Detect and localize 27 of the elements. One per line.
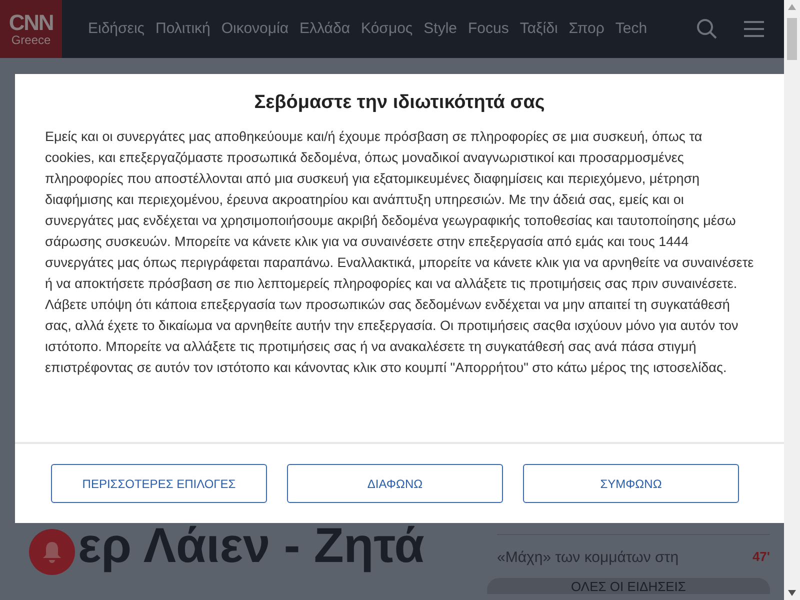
bell-icon [42,541,62,563]
more-options-button[interactable]: ΠΕΡΙΣΣΟΤΕΡΕΣ ΕΠΙΛΟΓΕΣ [51,464,267,503]
notification-bell-button[interactable] [29,529,75,575]
nav-link[interactable]: Ειδήσεις [88,18,145,40]
dialog-title: Σεβόμαστε την ιδιωτικότητά σας [253,91,546,115]
logo-text: CNN [8,12,54,34]
disagree-button[interactable]: ΔΙΑΦΩΝΩ [287,464,503,503]
nav-link[interactable]: Κόσμος [361,18,413,40]
nav-link[interactable]: Ελλάδα [300,18,350,40]
logo-subtitle: Greece [11,34,51,46]
nav-link[interactable]: Style [424,18,458,40]
nav-link[interactable]: Ταξίδι [520,18,558,40]
news-headline[interactable]: «Μάχη» των κομμάτων στη [497,547,679,570]
nav-link[interactable]: Focus [468,18,509,40]
menu-icon[interactable] [744,20,764,38]
search-icon[interactable] [696,18,718,40]
logo[interactable]: CNN Greece [0,0,62,58]
nav-link[interactable]: Tech [615,18,648,40]
news-time: 47' [752,548,770,566]
nav-link[interactable]: Πολιτική [156,18,210,40]
scrollbar-thumb[interactable] [787,18,797,60]
scroll-down-icon[interactable] [788,590,796,596]
dialog-body-text: Εμείς και οι συνεργάτες μας αποθηκεύουμε και/ή έχουμε πρόσβαση σε πληροφορίες σε μια συσκευή, όπως τα cookies, και επεξεργαζόμαστε προσωπικά δεδομένα, όπως μοναδικοί αναγνωριστικοί και προσαρμοσμένες πληροφορίες που αποστέλλονται από μια συσκευή για εξατομικευμένες διαφημίσεις και περιεχόμενο, μέτρηση διαφήμισης και περιεχομένου, έρευνα ακροατηρίου και ανάπτυξη υπηρεσιών. Με την άδειά σας, εμείς και οι συνεργάτες μας ενδέχεται να χρησιμοποιήσουμε ακριβή δεδομένα γεωγραφικής τοποθεσίας και ταυτοποίησης μέσω σάρωσης συσκευών. Μπορείτε να κάνετε κλικ για να συναινέσετε στην επεξεργασία από εμάς και τους 1444 συνεργάτες μας όπως περιγράφεται παραπάνω. Εναλλακτικά, μπορείτε να κάνετε κλικ για να αρνηθείτε να συναινέσετε ή να αποκτήσετε πρόσβαση σε πιο λεπτομερείς πληροφορίες και να αλλάξετε τις προτιμήσεις σας πριν συναινέσετε. Λάβετε υπόψη ότι κάποια επεξεργασία των προσωπικών σας δεδομένων ενδέχεται να μην απαιτεί τη συγκατάθεσή σας, αλλά έχετε το δικαίωμα να αρνηθείτε αυτήν την επεξεργασία. Οι προτιμήσεις σαςθα ισχύουν μόνο για αυτόν τον ιστότοπο. Μπορείτε να αλλάξετε τις προτιμήσεις σας ή να ανακαλέσετε τη συγκατάθεσή σας ανά πάσα στιγμή επιστρέφοντας σε αυτόν τον ιστότοπο και κάνοντας κλικ στο κουμπί "Απορρήτου" στο κάτω μέρος της ιστοσελίδας. [45,128,754,377]
nav-link[interactable]: Σπορ [568,18,604,40]
scroll-up-icon[interactable] [788,4,796,10]
agree-button[interactable]: ΣΥΜΦΩΝΩ [523,464,739,503]
nav-link[interactable]: Οικονομία [221,18,289,40]
